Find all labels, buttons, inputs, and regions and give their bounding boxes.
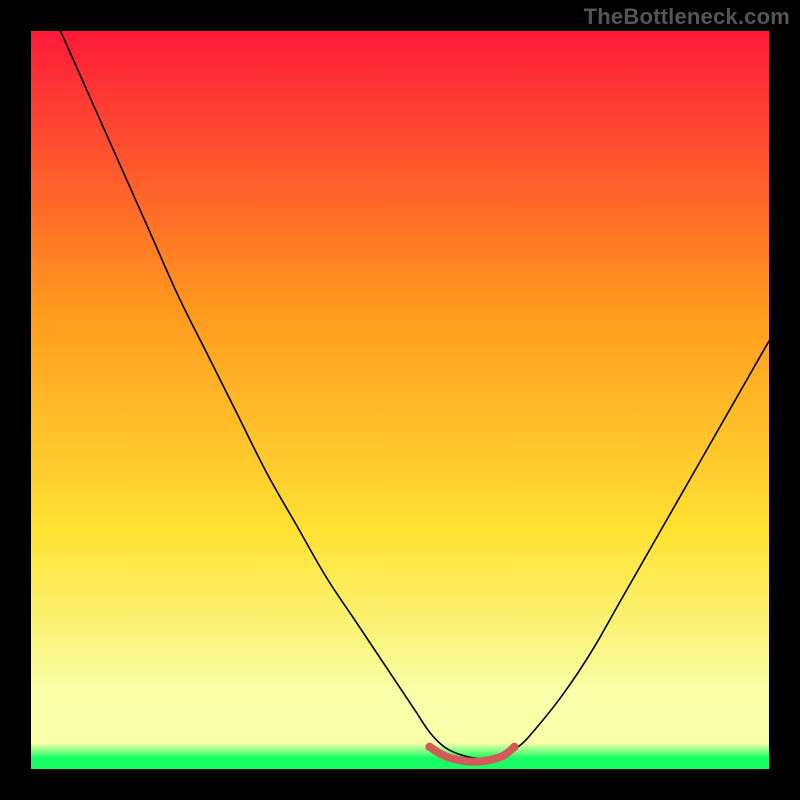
plot-background	[31, 31, 769, 769]
chart-container: TheBottleneck.com	[0, 0, 800, 800]
marker-right-end	[510, 743, 518, 751]
watermark-text: TheBottleneck.com	[584, 4, 790, 30]
marker-left-end	[425, 743, 433, 751]
plot-svg	[31, 31, 769, 769]
plot-area	[31, 31, 769, 769]
